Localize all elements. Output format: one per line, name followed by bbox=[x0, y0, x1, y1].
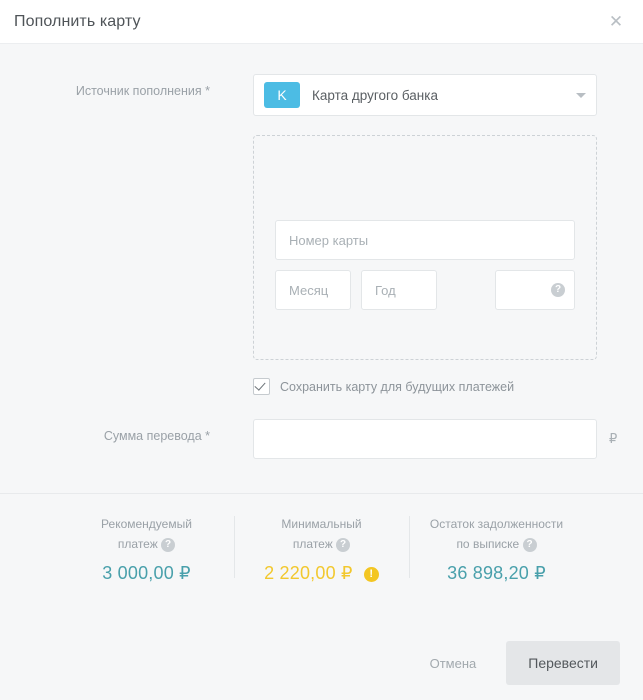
minimum-payment-value: 2 220,00 ₽ bbox=[264, 563, 353, 583]
amount-input[interactable] bbox=[253, 419, 597, 459]
card-details-panel: ? bbox=[253, 135, 597, 360]
save-card-checkbox[interactable] bbox=[253, 378, 270, 395]
cancel-button[interactable]: Отмена bbox=[430, 656, 477, 671]
recommended-payment-help-icon[interactable]: ? bbox=[161, 537, 176, 552]
top-up-card-modal: Пополнить карту ✕ Источник пополнения * … bbox=[0, 0, 643, 700]
cvv-help-icon[interactable]: ? bbox=[551, 283, 565, 297]
funding-source-select[interactable]: K Карта другого банка bbox=[253, 74, 597, 116]
source-row: Источник пополнения * K Карта другого ба… bbox=[0, 74, 643, 116]
summary-label-line2: платеж ? bbox=[240, 534, 403, 554]
save-card-label: Сохранить карту для будущих платежей bbox=[280, 379, 515, 394]
summary-minimum-payment: Минимальный платеж ? 2 220,00 ₽ ! bbox=[234, 514, 409, 584]
card-expiry-row: ? bbox=[275, 270, 575, 310]
summary-label-line1: Рекомендуемый bbox=[101, 517, 192, 531]
bank-badge-icon: K bbox=[264, 82, 300, 108]
statement-balance-value: 36 898,20 ₽ bbox=[447, 563, 546, 583]
funding-source-value: Карта другого банка bbox=[312, 87, 438, 103]
card-year-input[interactable] bbox=[361, 270, 437, 310]
summary-label-text: по выписке bbox=[456, 537, 520, 551]
summary-label-line1: Минимальный bbox=[281, 517, 362, 531]
warning-icon[interactable]: ! bbox=[363, 567, 379, 582]
card-number-input[interactable] bbox=[275, 220, 575, 260]
summary-label-line1: Остаток задолженности bbox=[429, 517, 564, 531]
modal-body: Источник пополнения * K Карта другого ба… bbox=[0, 44, 643, 626]
source-label: Источник пополнения * bbox=[75, 84, 210, 98]
summary-recommended-payment: Рекомендуемый платеж ? 3 000,00 ₽ bbox=[59, 514, 234, 584]
summary-label-line2: платеж ? bbox=[65, 534, 228, 554]
statement-balance-help-icon[interactable]: ? bbox=[522, 537, 537, 552]
close-icon[interactable]: ✕ bbox=[605, 11, 627, 33]
chevron-down-icon[interactable] bbox=[576, 92, 586, 98]
summary-label-line2: по выписке ? bbox=[415, 534, 578, 554]
submit-transfer-button[interactable]: Перевести bbox=[506, 641, 620, 685]
page-title: Пополнить карту bbox=[14, 12, 141, 30]
summary-label-text: платеж bbox=[292, 537, 333, 551]
summary-label-text: платеж bbox=[117, 537, 158, 551]
amount-row: Сумма перевода * ₽ bbox=[0, 419, 643, 459]
card-month-input[interactable] bbox=[275, 270, 351, 310]
payment-summary: Рекомендуемый платеж ? 3 000,00 ₽ Минима… bbox=[0, 493, 643, 584]
amount-label: Сумма перевода * bbox=[103, 429, 210, 443]
source-control: K Карта другого банка bbox=[253, 74, 599, 116]
amount-control: ₽ bbox=[253, 419, 617, 459]
recommended-payment-value: 3 000,00 ₽ bbox=[102, 563, 191, 583]
minimum-payment-help-icon[interactable]: ? bbox=[336, 537, 351, 552]
minimum-payment-value-wrapper: 2 220,00 ₽ ! bbox=[240, 563, 403, 584]
modal-footer: Отмена Перевести bbox=[0, 626, 643, 700]
card-cvv-wrapper: ? bbox=[495, 270, 575, 310]
currency-symbol: ₽ bbox=[609, 431, 618, 446]
modal-header: Пополнить карту ✕ bbox=[0, 0, 643, 44]
summary-statement-balance: Остаток задолженности по выписке ? 36 89… bbox=[409, 514, 584, 584]
save-card-row[interactable]: Сохранить карту для будущих платежей bbox=[253, 378, 643, 395]
